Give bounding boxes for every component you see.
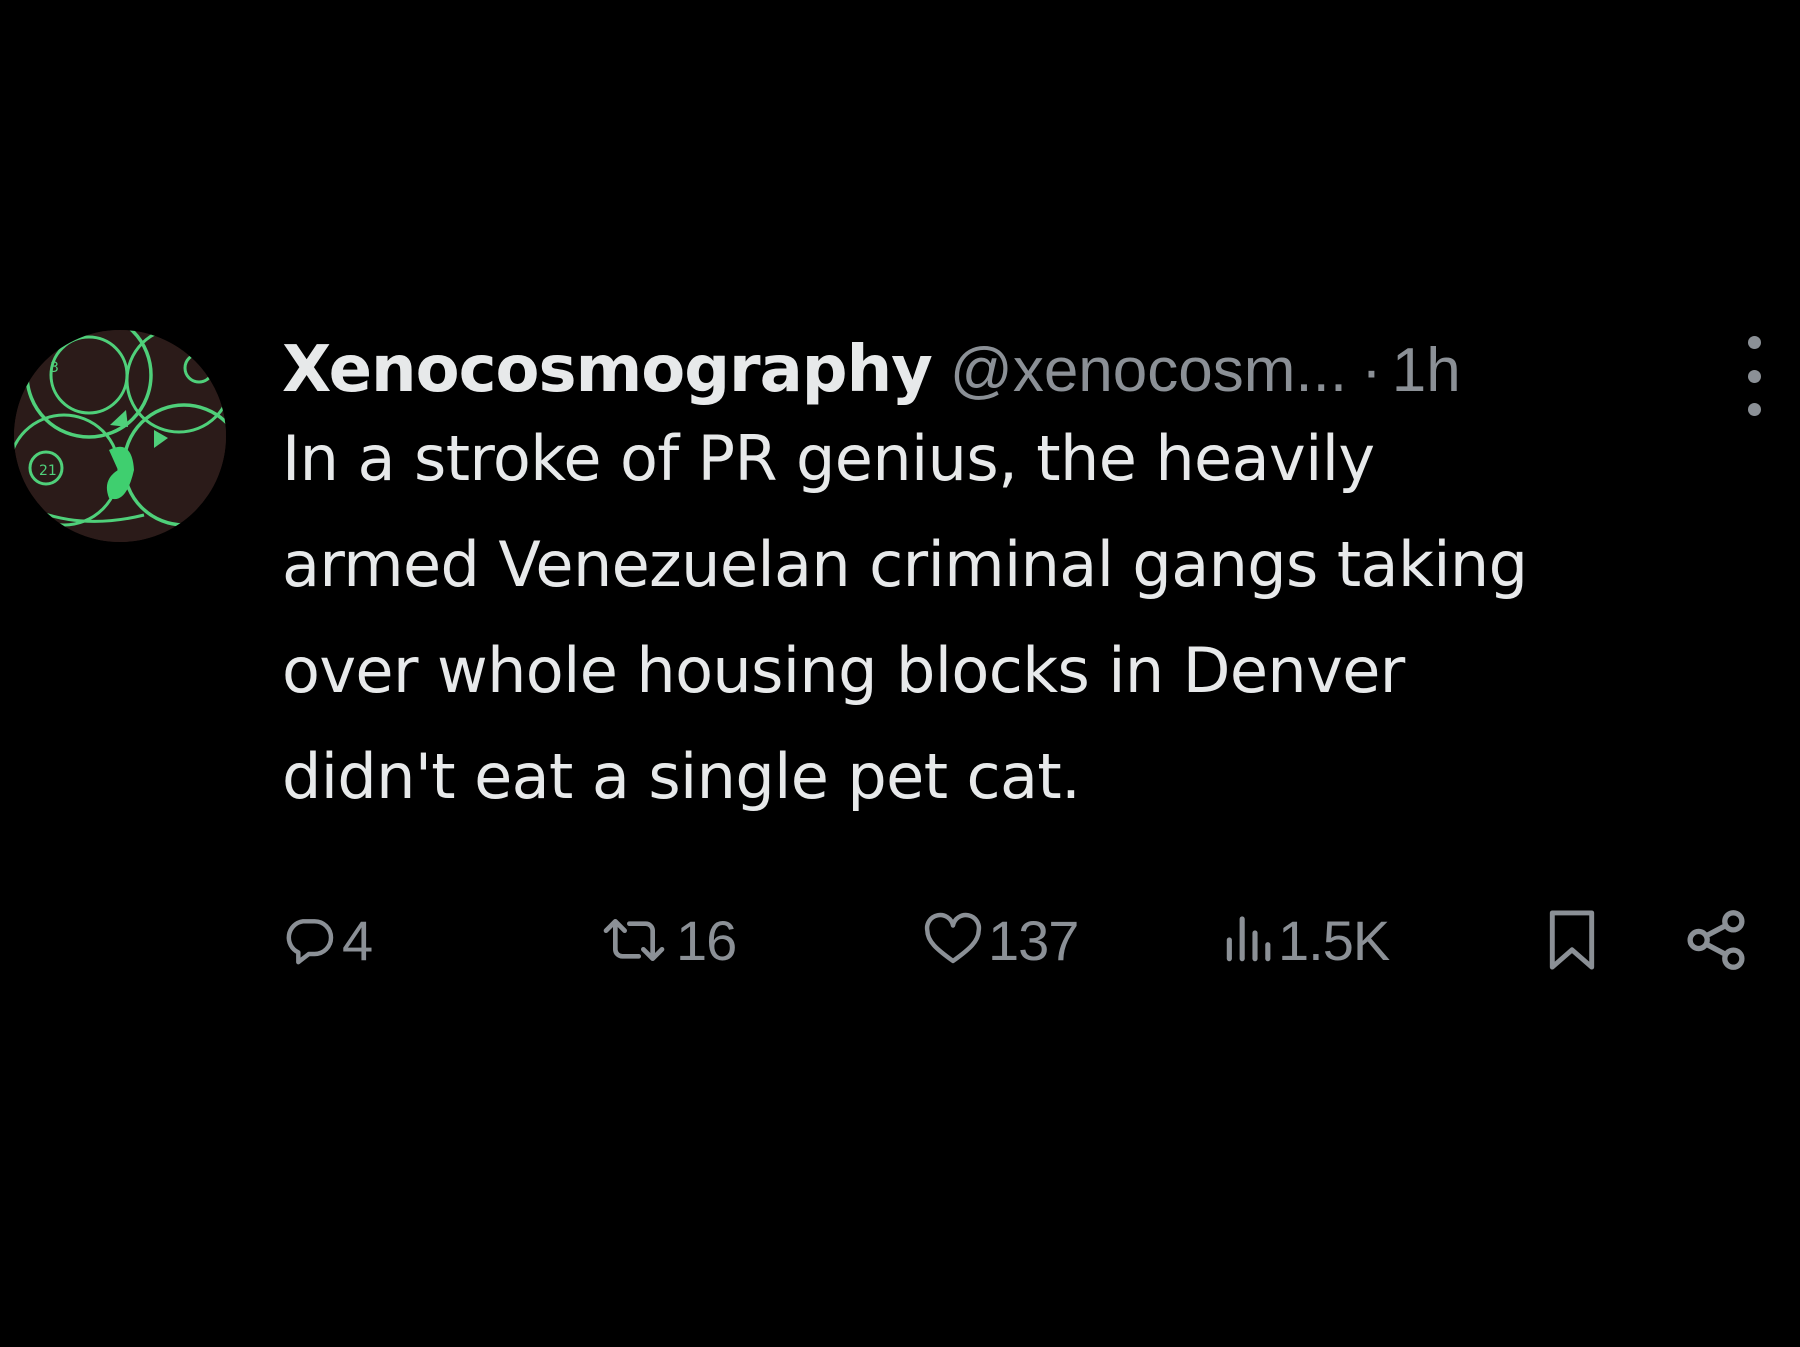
avatar[interactable]: 3 21 <box>14 330 226 542</box>
tweet-text: In a stroke of PR genius, the heavily ar… <box>282 406 1762 830</box>
view-count: 1.5K <box>1278 908 1390 972</box>
display-name[interactable]: Xenocosmography <box>282 333 933 407</box>
like-count: 137 <box>988 908 1079 972</box>
like-button[interactable]: 137 <box>922 900 1079 980</box>
more-options-button[interactable] <box>1732 336 1776 416</box>
timestamp[interactable]: 1h <box>1392 335 1461 406</box>
repost-count: 16 <box>676 908 737 972</box>
tweet-text-line: over whole housing blocks in Denver <box>282 634 1405 707</box>
share-icon <box>1687 910 1745 970</box>
reply-icon <box>286 919 334 965</box>
repost-icon <box>603 919 665 961</box>
share-button[interactable] <box>1684 900 1748 980</box>
bookmark-button[interactable] <box>1544 900 1600 980</box>
reply-button[interactable]: 4 <box>282 900 373 980</box>
tweet-text-line: In a stroke of PR genius, the heavily <box>282 422 1375 495</box>
separator-dot: · <box>1361 335 1382 405</box>
tweet-text-line: armed Venezuelan criminal gangs taking <box>282 528 1528 601</box>
tweet-text-line: didn't eat a single pet cat. <box>282 740 1081 813</box>
tweet: 3 21 Xenocosmography @xenocosm... · 1h I… <box>0 0 1800 1347</box>
user-handle[interactable]: @xenocosm... <box>950 335 1347 406</box>
svg-text:3: 3 <box>50 360 59 376</box>
more-vertical-icon <box>1747 336 1761 349</box>
views-icon <box>1226 916 1271 962</box>
views-button[interactable]: 1.5K <box>1222 900 1390 980</box>
heart-icon <box>924 912 982 964</box>
action-bar: 4 16 137 1.5K <box>282 900 1762 980</box>
bookmark-icon <box>1549 910 1595 970</box>
svg-text:21: 21 <box>39 463 57 479</box>
repost-button[interactable]: 16 <box>596 900 737 980</box>
avatar-image: 3 21 <box>14 330 226 542</box>
reply-count: 4 <box>342 908 373 972</box>
tweet-header: Xenocosmography @xenocosm... · 1h <box>282 330 1461 410</box>
